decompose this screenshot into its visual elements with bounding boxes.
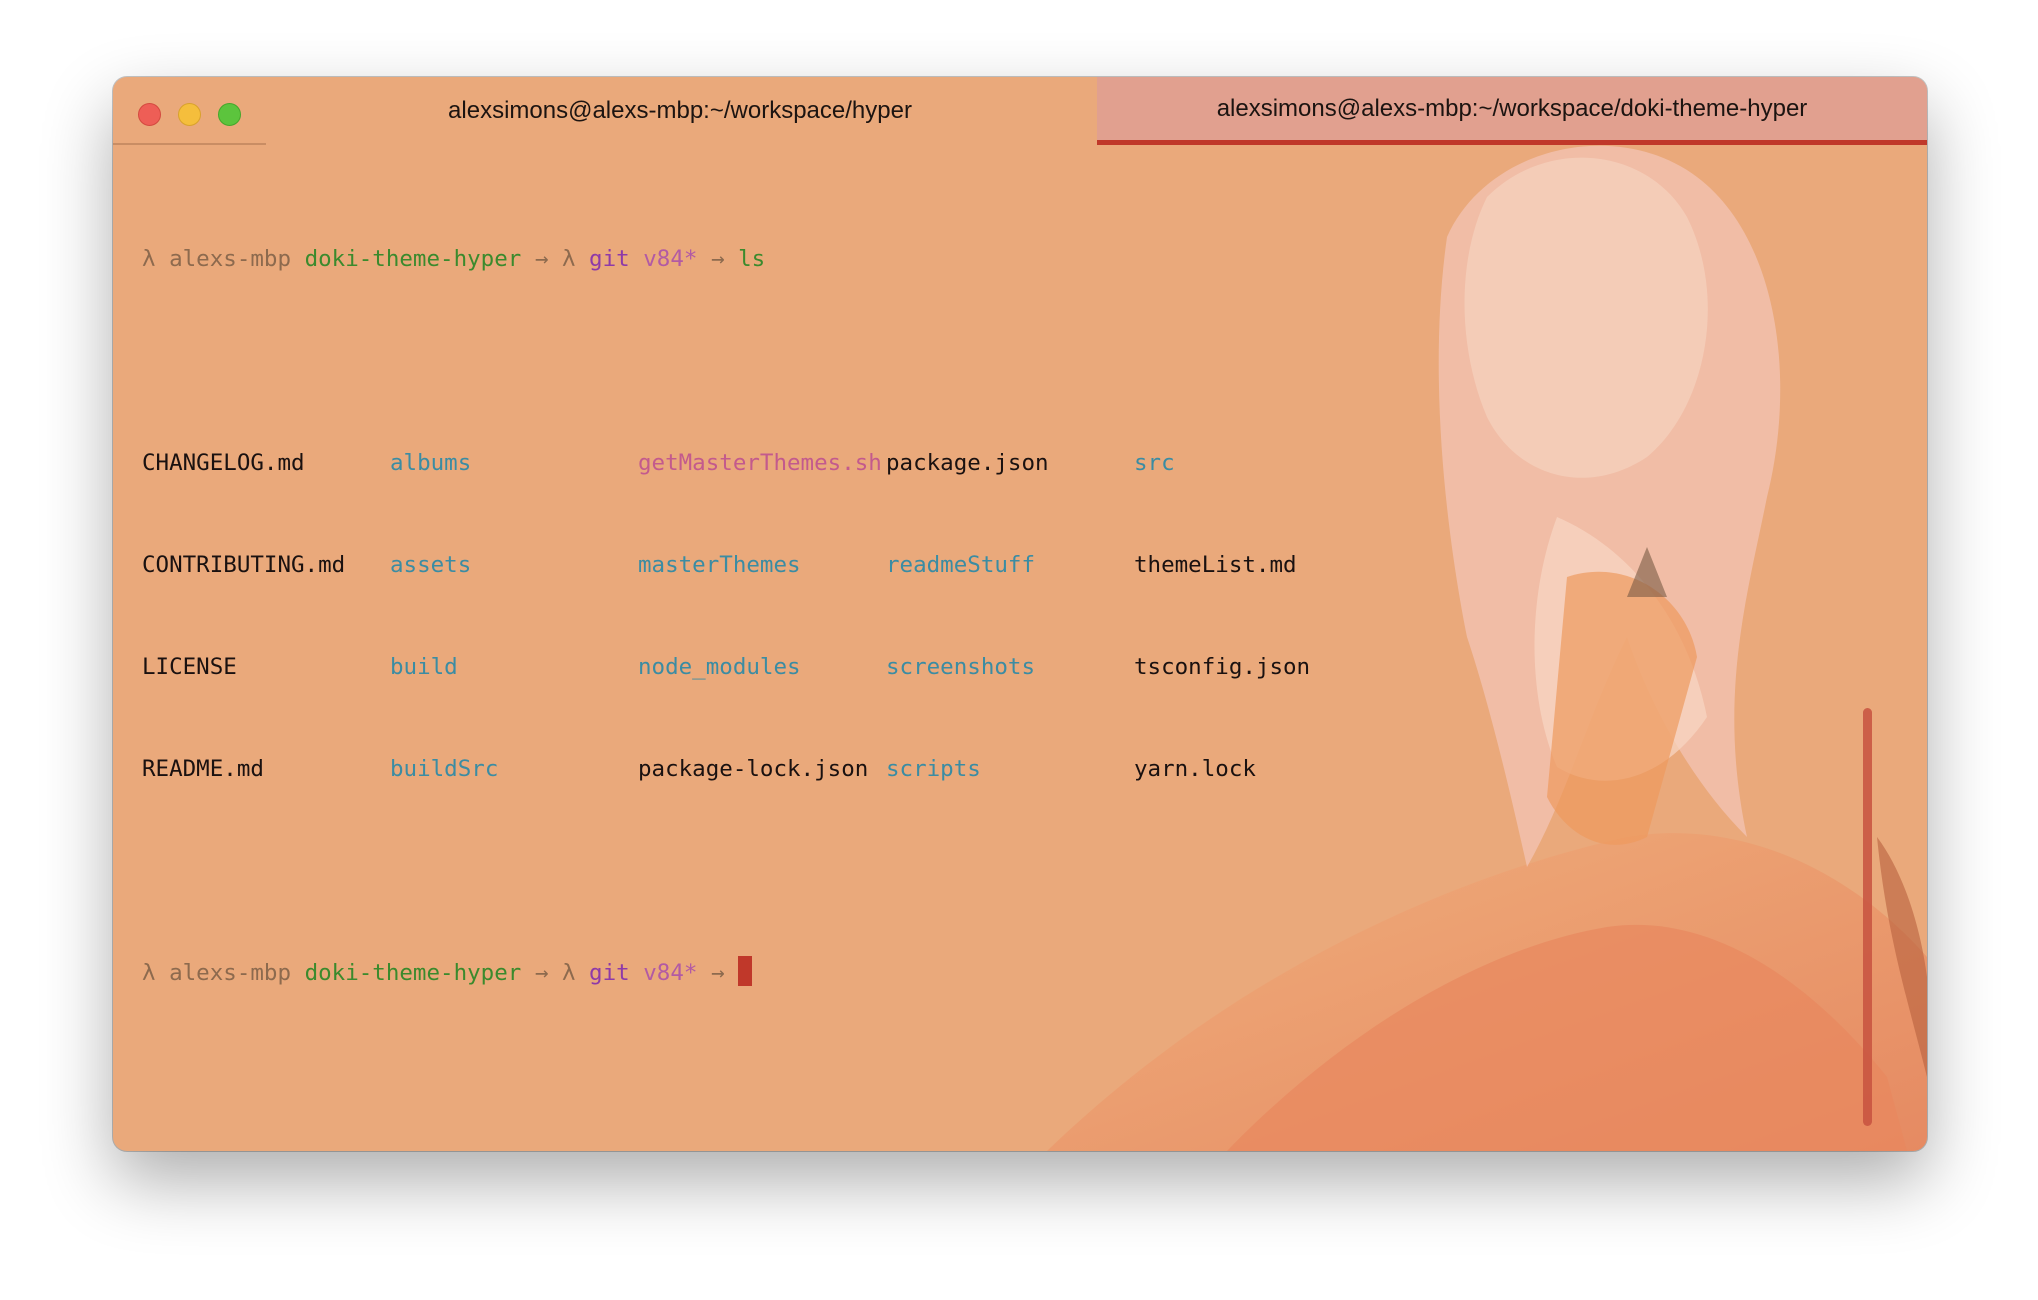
directory-entry: screenshots <box>886 654 1036 680</box>
directory-entry: buildSrc <box>390 756 499 782</box>
prompt-arrow: → <box>534 960 549 986</box>
executable-entry: getMasterThemes.sh <box>638 450 882 476</box>
tab-doki-theme-hyper-label: alexsimons@alexs-mbp:~/workspace/doki-th… <box>1216 94 1808 122</box>
file-entry: CHANGELOG.md <box>142 450 305 476</box>
directory-entry: src <box>1134 450 1175 476</box>
directory-entry: assets <box>390 552 472 578</box>
tab-hyper-label: alexsimons@alexs-mbp:~/workspace/hyper <box>448 97 912 124</box>
directory-entry: readmeStuff <box>886 552 1036 578</box>
command-text: ls <box>738 246 766 272</box>
prompt-line: λ alexs-mbp doki-theme-hyper → λ git v84… <box>142 242 1887 276</box>
tab-doki-theme-hyper[interactable]: alexsimons@alexs-mbp:~/workspace/doki-th… <box>1097 77 1927 145</box>
tab-hyper[interactable]: alexsimons@alexs-mbp:~/workspace/hyper <box>263 77 1097 145</box>
prompt-host: alexs-mbp <box>169 246 292 272</box>
prompt-git: git <box>589 960 630 986</box>
prompt-branch: v84* <box>643 246 698 272</box>
prompt-lambda: λ <box>142 246 156 272</box>
file-entry: LICENSE <box>142 654 237 680</box>
prompt-line: λ alexs-mbp doki-theme-hyper → λ git v84… <box>142 956 1887 990</box>
directory-entry: albums <box>390 450 472 476</box>
file-entry: README.md <box>142 756 264 782</box>
prompt-git-lambda: λ <box>561 960 576 986</box>
listing-row: CONTRIBUTING.md assets masterThemes readmeS… <box>142 548 1887 582</box>
directory-entry: masterThemes <box>638 552 801 578</box>
prompt-host: alexs-mbp <box>169 960 292 986</box>
file-entry: themeList.md <box>1134 552 1297 578</box>
prompt-directory: doki-theme-hyper <box>304 246 522 272</box>
listing-row: CHANGELOG.md albums getMasterThemes.sh pack… <box>142 446 1887 480</box>
directory-entry: node_modules <box>638 654 801 680</box>
directory-entry: scripts <box>886 756 981 782</box>
file-entry: package-lock.json <box>638 756 869 782</box>
prompt-arrow: → <box>534 246 549 272</box>
prompt-git-lambda: λ <box>561 246 576 272</box>
prompt-branch: v84* <box>643 960 698 986</box>
tab-divider <box>113 143 266 145</box>
file-entry: yarn.lock <box>1134 756 1256 782</box>
zoom-window-button[interactable] <box>218 103 241 126</box>
listing-row: README.md buildSrc package-lock.json script… <box>142 752 1887 786</box>
window-controls <box>138 103 241 126</box>
listing-row: LICENSE build node_modules screenshots tscon… <box>142 650 1887 684</box>
ls-listing: CHANGELOG.md albums getMasterThemes.sh pack… <box>142 378 1887 854</box>
terminal-output[interactable]: λ alexs-mbp doki-theme-hyper → λ git v84… <box>142 174 1887 1058</box>
terminal-window: alexsimons@alexs-mbp:~/workspace/hyper a… <box>113 77 1927 1151</box>
prompt-git: git <box>589 246 630 272</box>
minimize-window-button[interactable] <box>178 103 201 126</box>
prompt-arrow: → <box>710 960 725 986</box>
file-entry: package.json <box>886 450 1049 476</box>
close-window-button[interactable] <box>138 103 161 126</box>
file-entry: CONTRIBUTING.md <box>142 552 346 578</box>
directory-entry: build <box>390 654 458 680</box>
text-cursor[interactable] <box>738 956 753 986</box>
prompt-lambda: λ <box>142 960 156 986</box>
file-entry: tsconfig.json <box>1134 654 1311 680</box>
prompt-directory: doki-theme-hyper <box>304 960 522 986</box>
scrollbar-thumb[interactable] <box>1863 708 1872 1126</box>
title-bar: alexsimons@alexs-mbp:~/workspace/hyper a… <box>113 77 1927 145</box>
prompt-arrow: → <box>710 246 725 272</box>
